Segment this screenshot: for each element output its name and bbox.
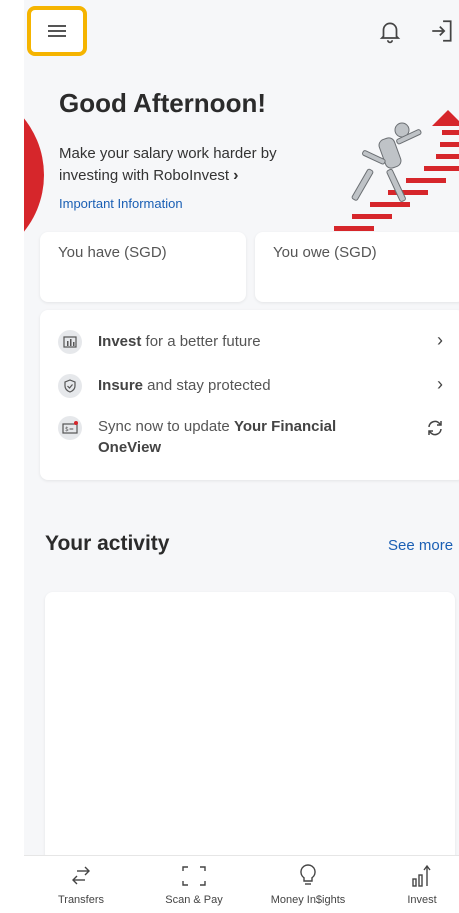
invest-text: Invest for a better future	[98, 333, 261, 350]
nav-label: Transfers	[57, 894, 105, 906]
shield-check-icon	[58, 374, 82, 398]
chevron-right-icon: ›	[437, 330, 443, 350]
lightbulb-icon	[300, 864, 316, 885]
nav-label: Money In$ights	[270, 894, 346, 906]
nav-scan-pay[interactable]: Scan & Pay	[149, 862, 239, 906]
bottom-navigation: Transfers Scan & Pay Money In$ights Inve…	[24, 855, 459, 913]
logout-icon[interactable]	[429, 18, 455, 44]
you-owe-label: You owe (SGD)	[273, 244, 377, 261]
nav-invest[interactable]: Invest	[377, 862, 459, 906]
sync-refresh-icon[interactable]	[425, 418, 445, 438]
nav-label: Invest	[407, 894, 437, 906]
insure-text: Insure and stay protected	[98, 377, 271, 394]
chevron-right-icon: ›	[233, 167, 239, 184]
robot-stairs-illustration	[334, 110, 459, 231]
activity-card	[45, 592, 455, 862]
menu-button[interactable]	[27, 6, 87, 56]
hamburger-menu-icon	[48, 22, 66, 40]
insure-row[interactable]: Insure and stay protected ›	[40, 374, 459, 398]
transfer-arrows-icon	[72, 866, 90, 885]
svg-text:$=: $=	[65, 426, 74, 433]
chevron-right-icon: ›	[437, 374, 443, 394]
you-have-label: You have (SGD)	[58, 244, 167, 261]
important-information-link[interactable]: Important Information	[59, 196, 183, 211]
robo-invest-promo-link[interactable]: Make your salary work harder by investin…	[59, 143, 319, 187]
see-more-link[interactable]: See more	[388, 537, 453, 554]
you-owe-card[interactable]: You owe (SGD)	[255, 232, 459, 302]
app-screen: Good Afternoon! Make your salary work ha…	[24, 0, 459, 913]
invest-chart-icon	[412, 864, 431, 887]
nav-money-insights[interactable]: Money In$ights	[263, 862, 353, 906]
promo-text: Make your salary work harder by investin…	[59, 145, 277, 184]
your-activity-title: Your activity	[45, 532, 170, 555]
invest-chart-icon	[58, 330, 82, 354]
sync-row[interactable]: $= Sync now to update Your Financial One…	[40, 416, 459, 460]
quick-actions-card: Invest for a better future › Insure and …	[40, 310, 459, 480]
invest-row[interactable]: Invest for a better future ›	[40, 330, 459, 354]
bell-icon[interactable]	[377, 18, 403, 44]
scan-icon	[182, 866, 206, 886]
greeting-title: Good Afternoon!	[59, 88, 266, 118]
nav-label: Scan & Pay	[165, 894, 223, 906]
you-have-card[interactable]: You have (SGD)	[40, 232, 246, 302]
sync-text: Sync now to update Your Financial OneVie…	[98, 418, 337, 456]
nav-transfers[interactable]: Transfers	[36, 862, 126, 906]
financial-oneview-icon: $=	[58, 416, 82, 440]
